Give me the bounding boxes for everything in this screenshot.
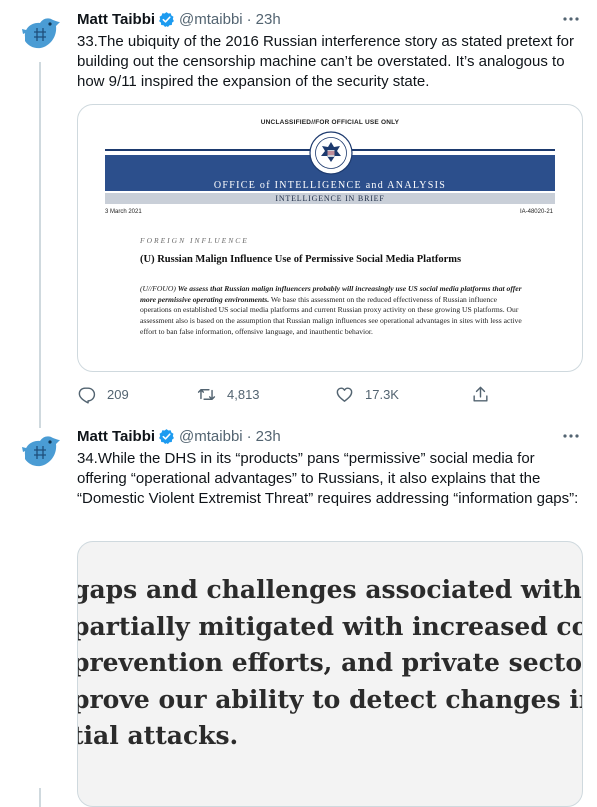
tweet-text: 34.While the DHS in its “products” pans … [77,450,579,507]
doc-classification: UNCLASSIFIED//FOR OFFICIAL USE ONLY [260,119,400,126]
retweet-button[interactable]: 4,813 [197,385,335,404]
more-icon[interactable] [561,9,581,29]
separator-dot: · [246,427,252,445]
zoomed-document-text: gaps and challenges associated with the … [77,572,583,755]
share-button[interactable] [471,385,501,404]
like-count: 17.3K [365,386,399,402]
thread-line [39,62,41,420]
doc-office-title: OFFICE of INTELLIGENCE and ANALYSIS [213,180,447,191]
share-icon [473,386,488,402]
zoom-line: gaps and challenges associated with the … [77,575,582,604]
tweet[interactable]: Matt Taibbi @mtaibbi · 23h 34.While the … [0,420,597,807]
verified-badge-icon [159,11,174,27]
verified-badge-icon [159,428,174,444]
doc-body: (U//FOUO) We assess that Russian malign … [140,284,525,338]
doc-date: 3 March 2021 [105,209,142,215]
bird-avatar-icon[interactable] [16,428,64,476]
author-handle[interactable]: @mtaibbi [179,428,243,445]
zoom-line: partially mitigated with increased colla… [77,611,582,641]
tweet-time[interactable]: 23h [256,428,281,445]
separator-dot: · [246,10,252,28]
zoom-line: prevention efforts, and private sector p… [77,648,583,677]
author-name[interactable]: Matt Taibbi [77,11,155,28]
retweet-count: 4,813 [227,386,260,402]
tweet-text: 33.The ubiquity of the 2016 Russian inte… [77,33,574,90]
author-name[interactable]: Matt Taibbi [77,428,155,445]
tweet-header: Matt Taibbi @mtaibbi · 23h [77,426,281,446]
tweet-time[interactable]: 23h [256,11,281,28]
zoom-line: prove our ability to detect changes in D… [77,684,582,714]
dhs-seal-icon [309,131,353,175]
bird-avatar-icon[interactable] [16,10,64,58]
like-icon [336,386,353,402]
doc-id: IA-48020-21 [519,209,553,215]
doc-section-label: FOREIGN INFLUENCE [140,236,249,245]
tweet-header: Matt Taibbi @mtaibbi · 23h [77,9,281,29]
author-handle[interactable]: @mtaibbi [179,11,243,28]
tweet-actions: 209 4,813 17.3K [77,383,507,405]
doc-body-marking: (U//FOUO) [140,284,176,293]
reply-count: 209 [107,386,129,402]
more-icon[interactable] [561,426,581,446]
like-button[interactable]: 17.3K [335,385,471,404]
reply-icon [78,386,96,404]
tweet[interactable]: Matt Taibbi @mtaibbi · 23h 33.The ubiqui… [0,0,597,420]
doc-subtitle: INTELLIGENCE IN BRIEF [275,194,385,203]
retweet-icon [197,388,216,400]
thread-line [39,788,41,807]
zoom-line: tial attacks. [77,721,239,750]
tweet-media-document[interactable]: UNCLASSIFIED//FOR OFFICIAL USE ONLY OFFI… [77,104,583,372]
doc-heading: (U) Russian Malign Influence Use of Perm… [140,254,462,265]
tweet-media-image[interactable]: gaps and challenges associated with the … [77,541,583,807]
reply-button[interactable]: 209 [77,385,197,404]
